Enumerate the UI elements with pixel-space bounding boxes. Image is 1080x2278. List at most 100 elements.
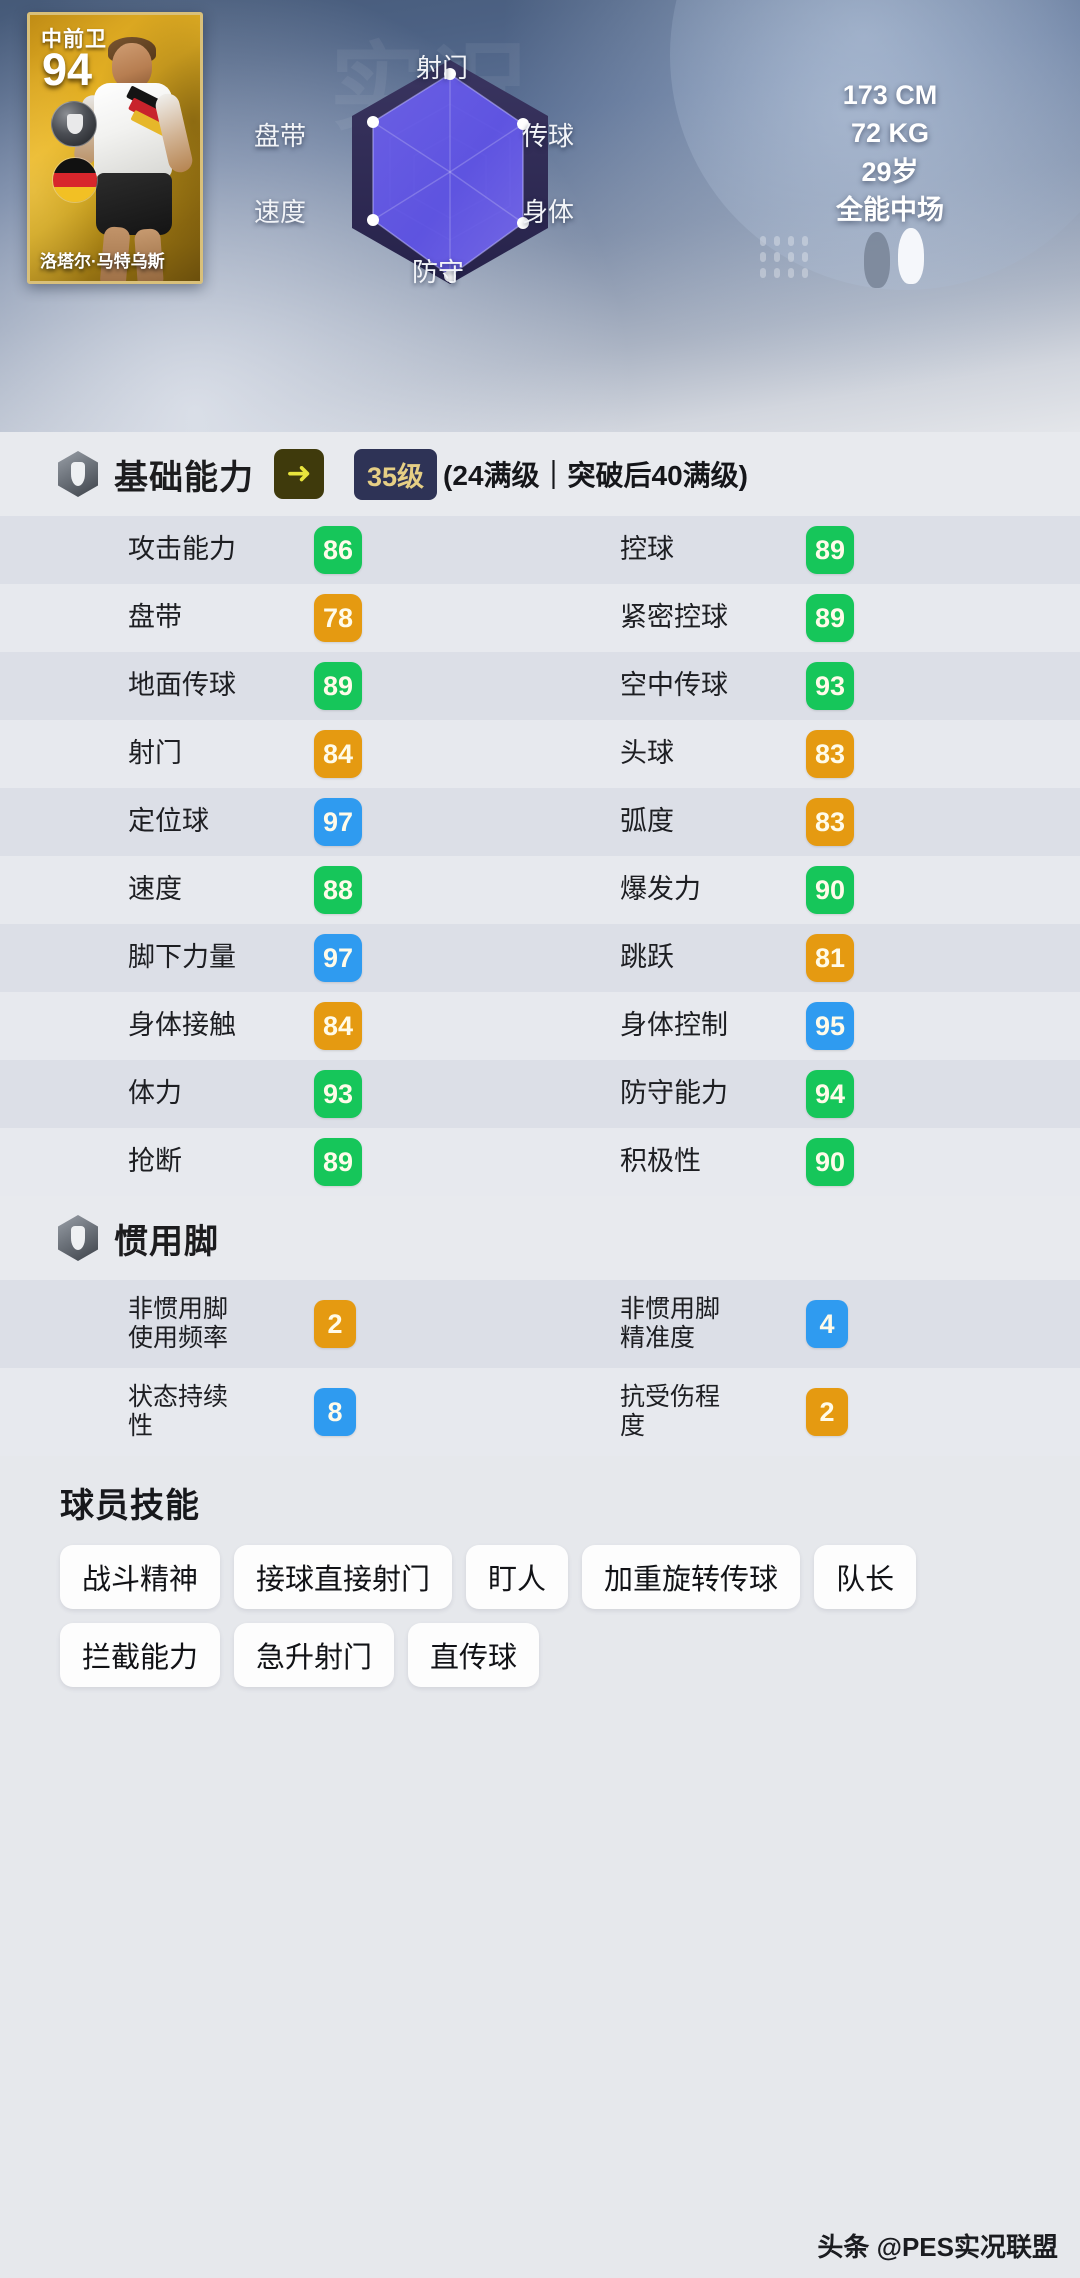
- stat-label: 身体控制: [620, 1010, 728, 1041]
- skill-chip[interactable]: 加重旋转传球: [582, 1545, 801, 1609]
- stat-value-badge: 78: [314, 594, 362, 642]
- stat-label: 防守能力: [620, 1078, 728, 1109]
- player-playstyle: 全能中场: [836, 194, 944, 225]
- hexagon-player-icon: [58, 451, 98, 497]
- stat-label: 体力: [128, 1078, 182, 1109]
- stat-value-badge: 90: [806, 1138, 854, 1186]
- hexagon-foot-icon: [58, 1215, 98, 1261]
- card-player-name: 洛塔尔·马特乌斯: [40, 252, 165, 271]
- stat-value-badge: 4: [806, 1300, 848, 1348]
- card-rating-value: 94: [42, 44, 93, 95]
- attributes-radar-chart: 射门 传球 身体 防守 速度 盘带: [254, 24, 600, 304]
- stat-label: 非惯用脚 精准度: [620, 1294, 721, 1353]
- player-detail-screen: 实况 中前卫 94 洛塔尔·马特乌斯: [0, 0, 1080, 2278]
- arrow-right-icon: ➜: [286, 457, 312, 490]
- stat-row: 体力 93 防守能力 94: [0, 1060, 1080, 1128]
- skill-chip[interactable]: 队长: [814, 1545, 917, 1609]
- stat-value-badge: 94: [806, 1070, 854, 1118]
- stat-row: 非惯用脚 使用频率 2 非惯用脚 精准度 4: [0, 1280, 1080, 1368]
- stat-value-badge: 97: [314, 934, 362, 982]
- radar-label-dribbling: 盘带: [254, 121, 307, 151]
- base-ability-title: 基础能力: [114, 458, 254, 497]
- stat-label: 状态持续性: [128, 1382, 229, 1441]
- stat-row: 身体接触 84 身体控制 95: [0, 992, 1080, 1060]
- stat-value-badge: 93: [314, 1070, 362, 1118]
- stat-value-badge: 95: [806, 1002, 854, 1050]
- dot-grid-decoration: [760, 236, 844, 288]
- stat-value-badge: 81: [806, 934, 854, 982]
- stat-value-badge: 84: [314, 730, 362, 778]
- stat-value-badge: 89: [314, 1138, 362, 1186]
- stat-label: 盘带: [128, 602, 182, 633]
- skill-chip[interactable]: 急升射门: [234, 1623, 395, 1687]
- base-stats-list: 攻击能力 86 控球 89 盘带 78 紧密控球 89 地面传球 89 空中传球 93 射门 84 头球 83…: [0, 516, 1080, 1196]
- base-ability-section-header: 基础能力 ➜ 35级 (24满级｜突破后40满级): [0, 432, 1080, 516]
- stat-label: 抗受伤程度: [620, 1382, 721, 1441]
- preferred-foot-icon: [862, 228, 952, 290]
- stat-row: 地面传球 89 空中传球 93: [0, 652, 1080, 720]
- player-skills-title: 球员技能: [60, 1487, 200, 1525]
- watermark-text: 头条 @PES实况联盟: [817, 2232, 1058, 2262]
- player-age: 29岁: [861, 156, 919, 187]
- foot-section-header: 惯用脚: [0, 1196, 1080, 1280]
- skill-chip[interactable]: 盯人: [466, 1545, 569, 1609]
- player-height: 173 CM: [842, 80, 938, 110]
- stat-label: 射门: [128, 738, 182, 769]
- player-skills-chip-list: 战斗精神 接球直接射门 盯人 加重旋转传球 队长拦截能力 急升射门 直传球: [60, 1545, 1060, 1687]
- level-note: (24满级｜突破后40满级): [443, 460, 748, 491]
- stat-label: 抢断: [128, 1146, 182, 1177]
- stat-value-badge: 2: [314, 1300, 356, 1348]
- club-emblem-icon: [51, 101, 97, 147]
- stat-label: 空中传球: [620, 670, 728, 701]
- skill-chip[interactable]: 直传球: [408, 1623, 540, 1687]
- physical-info-block: 173 CM 72 KG 29岁 全能中场: [770, 76, 1010, 229]
- stat-label: 攻击能力: [128, 534, 236, 565]
- stat-value-badge: 84: [314, 1002, 362, 1050]
- stat-label: 弧度: [620, 806, 674, 837]
- stat-label: 定位球: [128, 806, 209, 837]
- stat-label: 速度: [128, 874, 182, 905]
- stat-label: 非惯用脚 使用频率: [128, 1294, 229, 1353]
- skill-chip[interactable]: 接球直接射门: [234, 1545, 453, 1609]
- nation-flag-icon: [52, 157, 98, 203]
- skill-chip[interactable]: 拦截能力: [60, 1623, 221, 1687]
- radar-label-physical: 身体: [522, 197, 575, 227]
- stat-value-badge: 89: [314, 662, 362, 710]
- stat-value-badge: 83: [806, 798, 854, 846]
- stat-value-badge: 89: [806, 594, 854, 642]
- stat-label: 控球: [620, 534, 674, 565]
- foot-stats-list: 非惯用脚 使用频率 2 非惯用脚 精准度 4 状态持续性 8 抗受伤程度 2: [0, 1280, 1080, 1456]
- stat-row: 抢断 89 积极性 90: [0, 1128, 1080, 1196]
- stat-value-badge: 89: [806, 526, 854, 574]
- player-weight: 72 KG: [850, 118, 930, 149]
- stat-label: 身体接触: [128, 1010, 236, 1041]
- stat-label: 积极性: [620, 1146, 701, 1177]
- stat-row: 定位球 97 弧度 83: [0, 788, 1080, 856]
- foot-section-title: 惯用脚: [114, 1222, 219, 1261]
- stat-row: 状态持续性 8 抗受伤程度 2: [0, 1368, 1080, 1456]
- radar-label-passing: 传球: [522, 121, 575, 151]
- stat-row: 速度 88 爆发力 90: [0, 856, 1080, 924]
- stat-label: 地面传球: [128, 670, 236, 701]
- player-card[interactable]: 中前卫 94 洛塔尔·马特乌斯: [27, 12, 203, 284]
- radar-label-shooting: 射门: [416, 53, 469, 83]
- stat-value-badge: 90: [806, 866, 854, 914]
- stat-row: 盘带 78 紧密控球 89: [0, 584, 1080, 652]
- stat-value-badge: 93: [806, 662, 854, 710]
- stat-row: 攻击能力 86 控球 89: [0, 516, 1080, 584]
- player-hero-panel: 实况 中前卫 94 洛塔尔·马特乌斯: [0, 0, 1080, 432]
- radar-label-speed: 速度: [254, 197, 307, 227]
- stat-label: 跳跃: [620, 942, 674, 973]
- stat-label: 爆发力: [620, 874, 701, 905]
- stat-value-badge: 97: [314, 798, 362, 846]
- stat-value-badge: 86: [314, 526, 362, 574]
- level-badge: 35级: [354, 448, 438, 500]
- stat-label: 紧密控球: [620, 602, 728, 633]
- skill-chip[interactable]: 战斗精神: [60, 1545, 221, 1609]
- stat-label: 脚下力量: [128, 942, 236, 973]
- stat-row: 射门 84 头球 83: [0, 720, 1080, 788]
- stat-value-badge: 83: [806, 730, 854, 778]
- stat-value-badge: 88: [314, 866, 362, 914]
- expand-arrow-button[interactable]: ➜: [274, 449, 324, 499]
- player-skills-section: 球员技能 战斗精神 接球直接射门 盯人 加重旋转传球 队长拦截能力 急升射门 直传球: [0, 1456, 1080, 1687]
